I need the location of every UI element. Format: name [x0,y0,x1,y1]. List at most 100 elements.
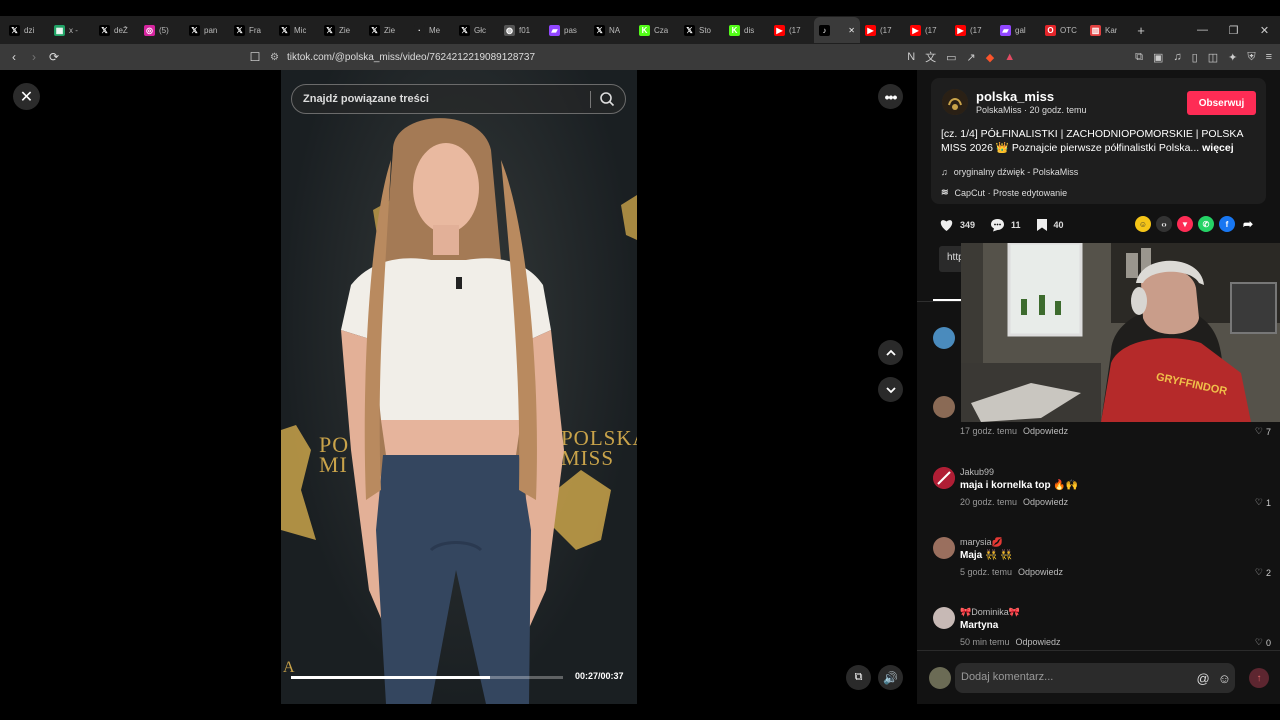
mention-icon[interactable]: @ [1197,671,1210,686]
browser-tab[interactable]: 𝕏deŽ [94,17,139,43]
browser-tab[interactable]: ▰ gal [995,17,1040,43]
author-avatar[interactable] [942,89,968,115]
reply-button[interactable]: Odpowiedz [1023,426,1068,436]
commenter-name[interactable]: 🎀Dominika🎀 [960,607,1020,618]
menu-icon[interactable]: ≡ [1266,51,1272,63]
music-row[interactable]: ♫ oryginalny dźwięk - PolskaMiss [941,167,1078,177]
tab-title[interactable]: f01 [519,26,530,35]
close-tab-icon[interactable]: ✕ [848,26,855,35]
site-info-icon[interactable]: ⚙ [270,52,279,63]
more-options-button[interactable]: ••• [878,84,903,109]
pip-button[interactable]: ⧉ [846,665,871,690]
tab-title[interactable]: Mic [294,26,306,35]
new-tab-button[interactable]: + [1130,23,1152,38]
forward-icon[interactable]: › [24,50,44,64]
browser-tab[interactable]: 𝕏 NA [589,17,634,43]
brave-rewards-icon[interactable]: ▲ [1004,51,1015,63]
url-field[interactable]: ⚙ tiktok.com/@polska_miss/video/76242122… [270,44,535,70]
repost-icon[interactable]: ☺ [1135,216,1151,232]
tab-title[interactable]: deŽ [114,26,128,35]
video-player[interactable]: PO MI POLSKA MISS A Znajdź powiązane tre… [281,70,637,704]
comment-like[interactable]: ♡ 0 [1255,637,1271,648]
comment-input-placeholder[interactable]: Dodaj komentarz... [961,671,1053,683]
capcut-row[interactable]: ≋ CapCut · Proste edytowanie [941,187,1067,198]
sidebar-icon[interactable]: ▯ [1192,51,1198,64]
tab-title[interactable]: Zie [339,26,350,35]
commenter-avatar[interactable] [933,327,955,349]
music-label[interactable]: oryginalny dźwięk - PolskaMiss [954,167,1079,177]
browser-tab[interactable]: ▶ (17 [950,17,995,43]
browser-tab[interactable]: 𝕏 Zie [364,17,409,43]
tab-title[interactable]: (17 [970,26,982,35]
browser-tab[interactable]: O OTC [1040,17,1085,43]
previous-video-button[interactable] [878,340,903,365]
vpn-icon[interactable]: ◫ [1208,51,1218,64]
video-progress-bar[interactable] [291,676,563,679]
capcut-label[interactable]: CapCut · Proste edytowanie [955,188,1068,198]
browser-tab[interactable]: 𝕏 Mic [274,17,319,43]
tab-title[interactable]: (5) [159,26,169,35]
tab-title[interactable]: (17 [925,26,937,35]
tab-title[interactable]: pas [564,26,577,35]
browser-tab[interactable]: ▶ (17 [905,17,950,43]
minimize-icon[interactable]: — [1187,24,1218,36]
url-text[interactable]: tiktok.com/@polska_miss/video/7624212219… [287,52,535,63]
no-translate-icon[interactable]: N [907,51,915,63]
send-comment-button[interactable]: ↑ [1249,668,1269,688]
tab-title[interactable]: x - [69,26,78,35]
bookmark-icon[interactable]: ☐ [245,50,265,64]
back-icon[interactable]: ‹ [4,50,24,64]
tab-title[interactable]: pan [204,26,217,35]
tab-title[interactable]: Sto [699,26,711,35]
commenter-avatar[interactable] [933,396,955,418]
browser-tab[interactable]: ▦ x - [49,17,94,43]
next-video-button[interactable] [878,377,903,402]
browser-tab[interactable]: ▰ pas [544,17,589,43]
close-window-icon[interactable]: ✕ [1249,24,1280,37]
browser-tab[interactable]: 𝕏pan [184,17,229,43]
related-search-placeholder[interactable]: Znajdź powiązane treści [303,93,429,105]
comment-like[interactable]: ♡ 2 [1255,567,1271,578]
cast-icon[interactable]: ▭ [946,51,956,64]
follow-button[interactable]: Obserwuj [1187,91,1256,115]
extensions-icon[interactable]: ⧉ [1135,51,1143,64]
comment-like[interactable]: ♡ 1 [1255,497,1271,508]
browser-tab[interactable]: ♪ ✕ [814,17,860,43]
browser-tab[interactable]: ▥ Kar [1085,17,1130,43]
commenter-name[interactable]: marysia💋 [960,537,1003,548]
tab-title[interactable]: dzi [24,26,34,35]
more-share-icon[interactable]: ➦ [1240,216,1256,232]
embed-icon[interactable]: ‹› [1156,216,1172,232]
emoji-icon[interactable]: ☺ [1218,671,1231,686]
translate-icon[interactable]: 文 [925,49,936,65]
shield-icon[interactable]: ⛨ [1247,51,1255,64]
commenter-avatar[interactable] [933,607,955,629]
browser-tab[interactable]: 𝕏 Sto [679,17,724,43]
whatsapp-icon[interactable]: ✆ [1198,216,1214,232]
comment-like[interactable]: ♡ 7 [1255,426,1271,437]
commenter-avatar[interactable] [933,537,955,559]
related-search-input[interactable]: Znajdź powiązane treści [291,84,626,114]
search-icon[interactable] [599,91,615,110]
tab-title[interactable]: Me [429,26,440,35]
tab-title[interactable]: dis [744,26,754,35]
tab-title[interactable]: Fra [249,26,261,35]
volume-button[interactable]: 🔊 [878,665,903,690]
tab-title[interactable]: gal [1015,26,1026,35]
commenter-avatar[interactable] [933,467,955,489]
close-video-button[interactable]: ✕ [13,83,40,110]
comment-count-button[interactable]: 11 [990,218,1021,232]
browser-tab[interactable]: 𝕏dzi [4,17,49,43]
browser-tab[interactable]: 𝕏 Głc [454,17,499,43]
brave-shield-icon[interactable]: ◆ [986,51,994,64]
tab-title[interactable]: Cza [654,26,668,35]
reload-icon[interactable]: ⟳ [44,50,64,64]
comment-input[interactable]: Dodaj komentarz... @ ☺ [955,663,1235,693]
reply-button[interactable]: Odpowiedz [1018,567,1063,577]
tab-title[interactable]: OTC [1060,26,1077,35]
browser-tab[interactable]: ▶ (17 [769,17,814,43]
tab-title[interactable]: (17 [789,26,801,35]
browser-tab[interactable]: · Me [409,17,454,43]
reply-button[interactable]: Odpowiedz [1016,637,1061,647]
media-icon[interactable]: ♫ [1173,51,1181,63]
